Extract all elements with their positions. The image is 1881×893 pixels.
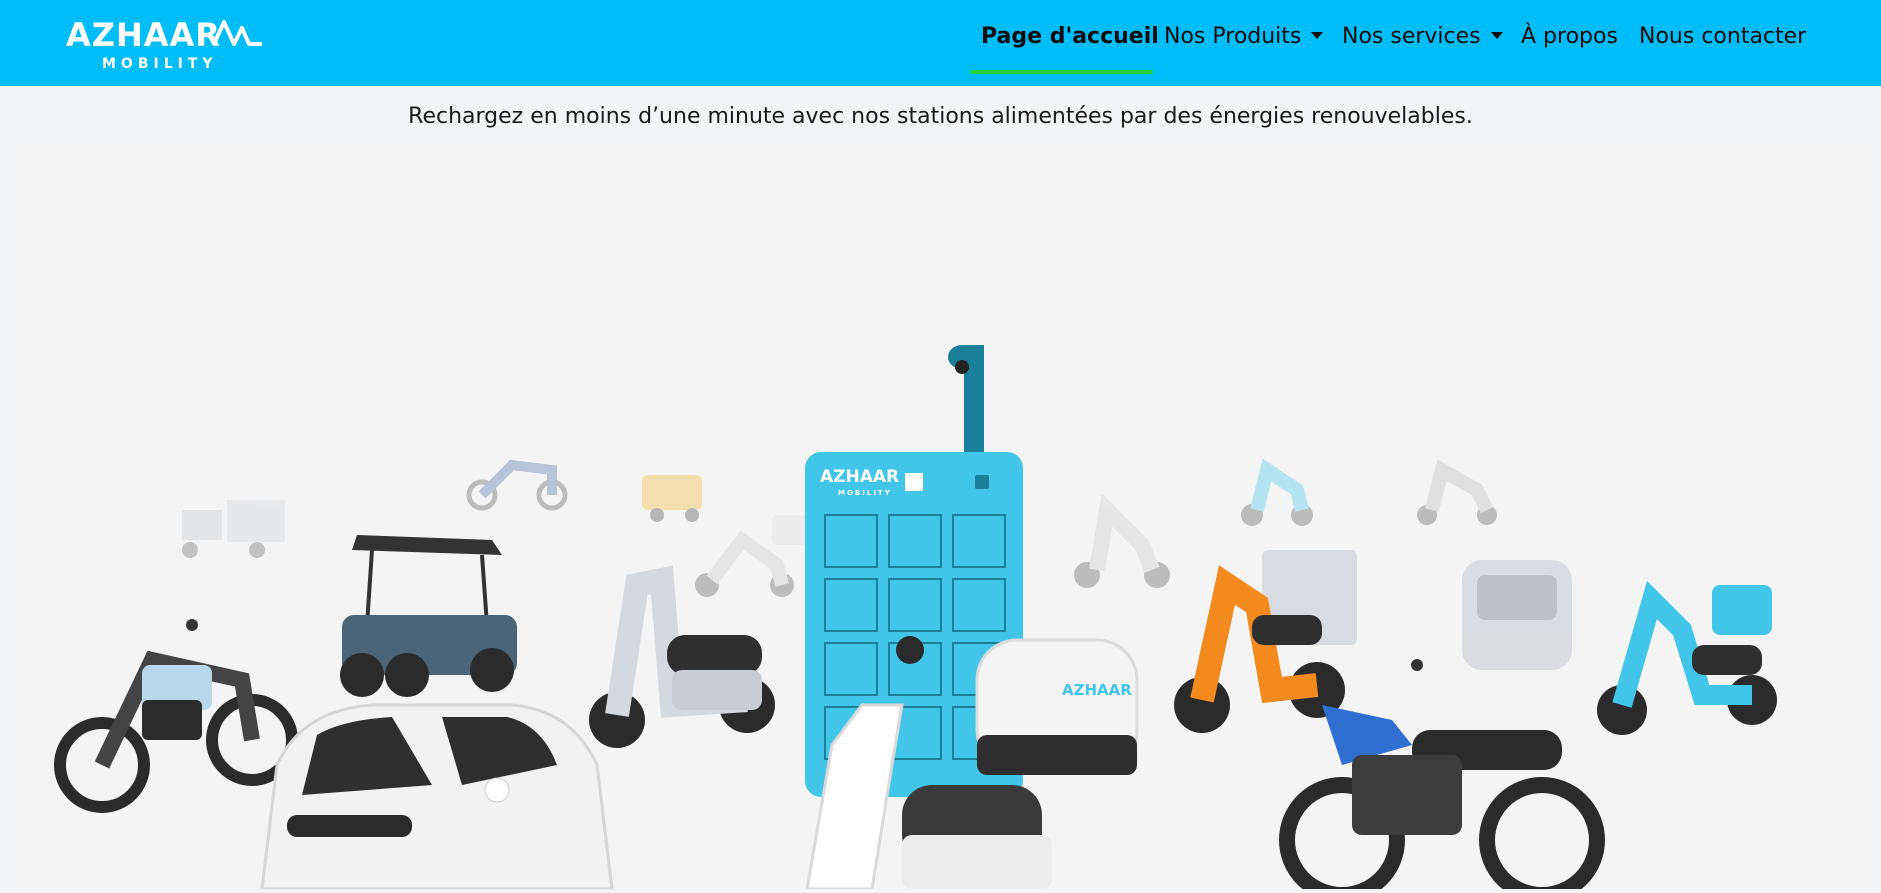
azhaar-mobility-logo-icon: AZHAAR MOBILITY [66,16,262,72]
cargo-trike-icon [182,500,285,558]
scooter-teal-right-icon [1597,580,1777,735]
chevron-down-icon [1311,31,1324,39]
scooter-white-icon [1074,493,1170,588]
nav-services-label: Nos services [1342,24,1481,49]
scooter-grey-icon [1417,459,1497,525]
nav-contact[interactable]: Nous contacter [1639,24,1806,49]
nav-home-label: Page d'accueil [981,24,1159,49]
hero-subtitle: Rechargez en moins d’une minute avec nos… [408,104,1473,129]
micro-car-white-icon [260,703,614,891]
top-navbar: AZHAAR MOBILITY Page d'accueil Nos Produ… [0,0,1881,86]
svg-text:AZHAAR: AZHAAR [1062,681,1132,699]
nav-services[interactable]: Nos services [1342,24,1503,49]
delivery-scooter-icon [695,515,807,597]
vehicles-station-illustration: AZHAAR MOBILITY AZHAAR [54,345,1777,893]
brand-logo[interactable]: AZHAAR MOBILITY [64,14,264,72]
golf-cart-icon [340,535,517,697]
qr-code-icon [905,473,923,491]
svg-text:MOBILITY: MOBILITY [102,56,218,72]
micro-car-icon [1462,560,1572,670]
active-nav-indicator [970,70,1153,74]
svg-text:AZHAAR: AZHAAR [820,467,899,487]
nav-products-label: Nos Produits [1164,24,1302,49]
nav-contact-label: Nous contacter [1639,24,1807,49]
scooter-silver-icon [589,565,775,748]
hero-image: AZHAAR MOBILITY AZHAAR [12,145,1869,893]
scooter-teal-icon [1241,458,1313,526]
nav-about-label: À propos [1521,24,1618,49]
tuk-tuk-icon [642,475,702,522]
nav-products[interactable]: Nos Produits [1164,24,1324,49]
nav-about[interactable]: À propos [1521,24,1618,49]
motorbike-left-icon [54,619,298,813]
svg-text:MOBILITY: MOBILITY [838,489,892,497]
nav-home[interactable]: Page d'accueil [981,24,1159,49]
scooter-orange-icon [1174,550,1357,733]
chevron-down-icon [1490,31,1503,39]
svg-text:AZHAAR: AZHAAR [66,16,221,54]
dirt-bike-icon [466,459,568,511]
